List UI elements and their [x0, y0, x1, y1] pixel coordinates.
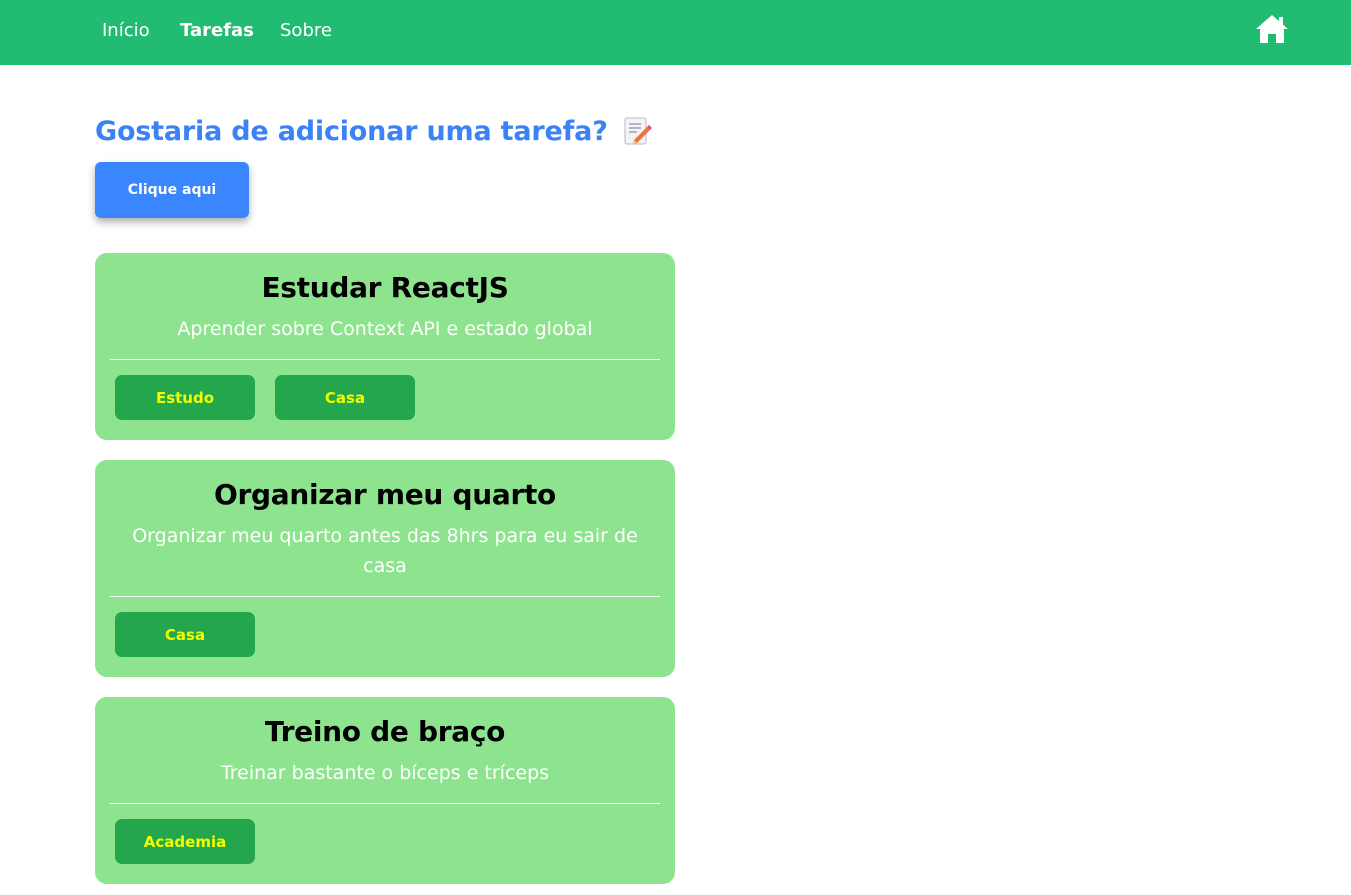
task-description: Aprender sobre Context API e estado glob… — [177, 318, 593, 340]
task-title: Estudar ReactJS — [261, 271, 509, 304]
home-icon[interactable] — [1255, 13, 1289, 45]
task-description: Treinar bastante o bíceps e tríceps — [220, 762, 550, 784]
task-description: Organizar meu quarto antes das 8hrs para… — [132, 525, 638, 577]
tag-button-casa[interactable]: Casa — [115, 612, 255, 657]
card-divider — [110, 596, 660, 597]
tag-button-academia[interactable]: Academia — [115, 819, 255, 864]
task-card: Estudar ReactJS Aprender sobre Context A… — [95, 253, 675, 440]
task-card: Organizar meu quarto Organizar meu quart… — [95, 460, 675, 677]
tag-button-casa[interactable]: Casa — [275, 375, 415, 420]
add-task-question: Gostaria de adicionar uma tarefa? — [95, 115, 608, 147]
task-title: Treino de braço — [264, 715, 506, 748]
task-card: Treino de braço Treinar bastante o bícep… — [95, 697, 675, 884]
add-task-button[interactable]: Clique aqui — [95, 162, 249, 218]
top-navbar: Início Tarefas Sobre — [0, 0, 1351, 65]
page-title: Gostaria de adicionar uma tarefa? — [95, 113, 652, 149]
nav-link-sobre[interactable]: Sobre — [280, 20, 332, 41]
nav-link-tarefas[interactable]: Tarefas — [180, 20, 254, 41]
nav-link-inicio[interactable]: Início — [102, 20, 150, 41]
memo-icon — [622, 116, 652, 146]
card-divider — [110, 359, 660, 360]
task-title: Organizar meu quarto — [214, 478, 556, 511]
card-divider — [110, 803, 660, 804]
tag-button-estudo[interactable]: Estudo — [115, 375, 255, 420]
